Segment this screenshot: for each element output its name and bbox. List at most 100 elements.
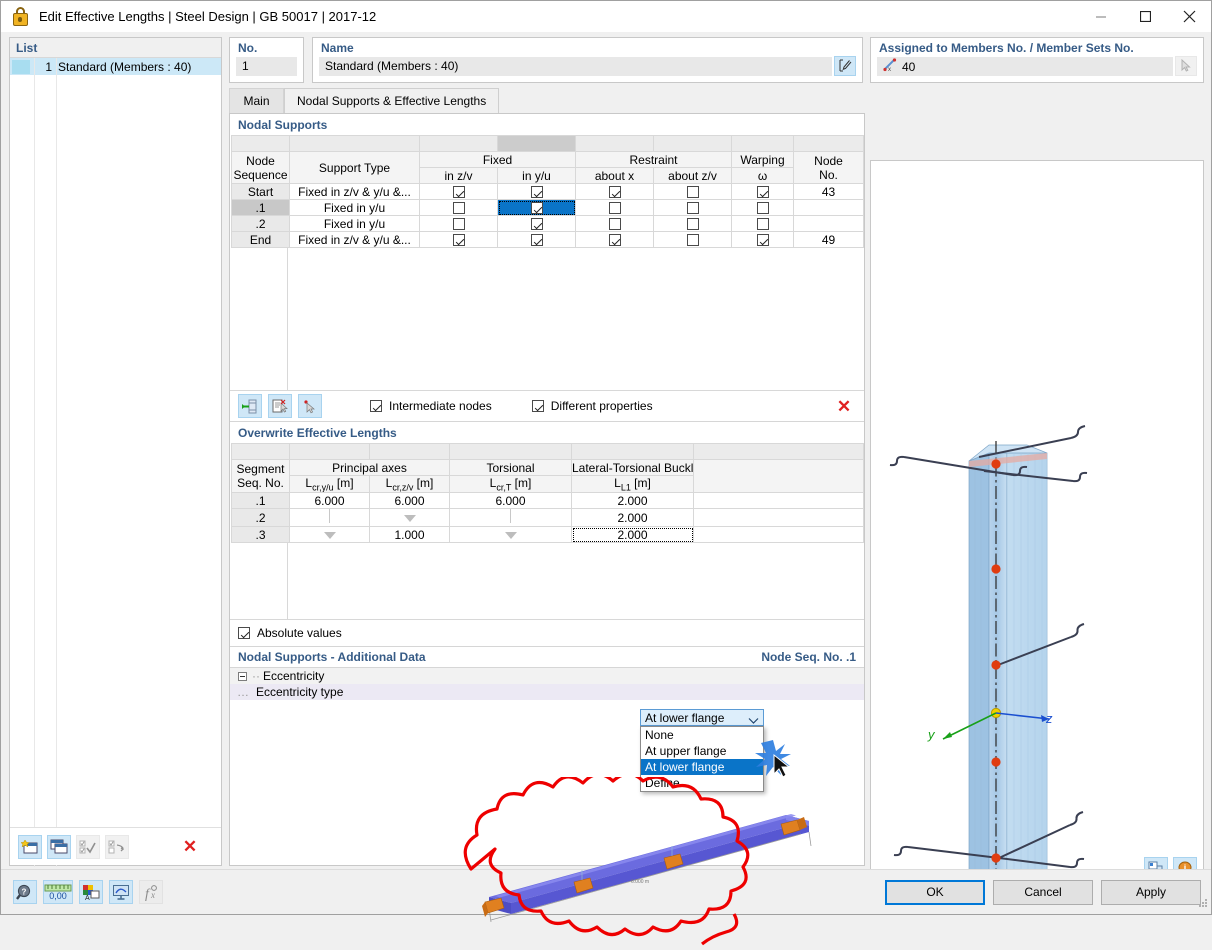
cell-restraint-x[interactable]: [575, 231, 654, 248]
checkbox-warping[interactable]: [756, 202, 769, 215]
row-node-no[interactable]: [793, 199, 864, 216]
table-row[interactable]: .1 6.000 6.000 6.000 2.000: [231, 492, 864, 510]
eccentricity-type-combobox[interactable]: At lower flange: [640, 709, 764, 726]
checkbox-fixed-z[interactable]: [452, 186, 465, 199]
table-row[interactable]: .2 Fixed in y/u: [231, 215, 864, 232]
intermediate-nodes-checkbox-row[interactable]: Intermediate nodes: [370, 399, 492, 413]
absolute-values-checkbox[interactable]: [238, 627, 250, 640]
cell-restraint-z[interactable]: [653, 199, 732, 216]
table-row[interactable]: End Fixed in z/v & y/u &... 49: [231, 231, 864, 248]
table-row[interactable]: .1 Fixed in y/u: [231, 199, 864, 216]
cell-restraint-x[interactable]: [575, 215, 654, 232]
cell-lcr-zv[interactable]: 6.000: [369, 492, 450, 510]
checkbox-restraint-x[interactable]: [608, 234, 621, 247]
edit-pencil-icon[interactable]: [834, 55, 856, 76]
pick-cursor-icon[interactable]: [1175, 55, 1197, 76]
minimize-button[interactable]: [1079, 1, 1123, 32]
row-node-no[interactable]: 43: [793, 183, 864, 200]
cell-restraint-x[interactable]: [575, 199, 654, 216]
edit-support-icon[interactable]: [268, 394, 292, 418]
cell-lcr-yu[interactable]: [289, 508, 370, 528]
eccentricity-type-dropdown-list[interactable]: None At upper flange At lower flange Def…: [640, 726, 764, 792]
list-item[interactable]: 1 Standard (Members : 40): [10, 58, 221, 75]
cell-fixed-y[interactable]: [497, 183, 576, 200]
row-node-no[interactable]: [793, 215, 864, 232]
cell-fixed-y[interactable]: [497, 199, 576, 216]
checkbox-restraint-z[interactable]: [686, 202, 699, 215]
assigned-input[interactable]: x 40: [877, 57, 1173, 76]
dropdown-option-at-lower-flange[interactable]: At lower flange: [641, 759, 763, 775]
visual-settings-icon[interactable]: [109, 880, 133, 904]
collapse-expander-icon[interactable]: [238, 671, 247, 681]
intermediate-nodes-checkbox[interactable]: [370, 400, 382, 412]
cell-fixed-z[interactable]: [419, 183, 498, 200]
formula-icon[interactable]: fx: [139, 880, 163, 904]
resize-grip[interactable]: [1197, 897, 1209, 912]
different-properties-checkbox-row[interactable]: Different properties: [531, 399, 653, 413]
row-support-type[interactable]: Fixed in z/v & y/u &...: [289, 231, 420, 248]
different-properties-checkbox[interactable]: [531, 400, 544, 412]
effective-lengths-table[interactable]: Segment Seq. No. Principal axes Torsiona…: [231, 443, 864, 544]
absolute-values-row[interactable]: Absolute values: [230, 620, 864, 646]
cell-l-l1[interactable]: 2.000: [571, 492, 694, 510]
tab-nodal-supports-effective-lengths[interactable]: Nodal Supports & Effective Lengths: [284, 88, 500, 113]
nodal-supports-table[interactable]: Node Sequence Support Type Fixed Restrai…: [231, 135, 864, 248]
help-magnifier-icon[interactable]: ?: [13, 880, 37, 904]
delete-row-button[interactable]: ✕: [832, 394, 856, 418]
number-input[interactable]: 1: [236, 57, 297, 76]
cell-lcr-yu[interactable]: [289, 526, 370, 544]
cell-fixed-y[interactable]: [497, 231, 576, 248]
cell-fixed-z[interactable]: [419, 199, 498, 216]
checkbox-fixed-z[interactable]: [452, 218, 465, 231]
row-support-type[interactable]: Fixed in y/u: [289, 215, 420, 232]
dropdown-option-define[interactable]: Define...: [641, 775, 763, 791]
cell-restraint-z[interactable]: [653, 231, 732, 248]
cell-restraint-z[interactable]: [653, 215, 732, 232]
units-icon[interactable]: 0,00: [43, 880, 73, 904]
cancel-button[interactable]: Cancel: [993, 879, 1093, 905]
cell-lcr-t[interactable]: 6.000: [449, 492, 572, 510]
cell-l-l1[interactable]: 2.000: [571, 526, 694, 544]
cell-warping[interactable]: [731, 215, 794, 232]
checkbox-warping[interactable]: [756, 234, 769, 247]
checkbox-restraint-z[interactable]: [686, 218, 699, 231]
name-input[interactable]: Standard (Members : 40): [319, 57, 832, 76]
insert-node-icon[interactable]: [238, 394, 262, 418]
pick-node-icon[interactable]: [298, 394, 322, 418]
cell-lcr-t[interactable]: [449, 526, 572, 544]
cell-fixed-y[interactable]: [497, 215, 576, 232]
table-row[interactable]: .3 1.000 2.000: [231, 526, 864, 544]
checkbox-fixed-z[interactable]: [452, 234, 465, 247]
cell-l-l1[interactable]: 2.000: [571, 508, 694, 528]
dropdown-option-none[interactable]: None: [641, 727, 763, 743]
cell-lcr-t[interactable]: [449, 508, 572, 528]
checkbox-restraint-x[interactable]: [608, 218, 621, 231]
checkbox-warping[interactable]: [756, 186, 769, 199]
checkbox-fixed-y[interactable]: [530, 186, 543, 199]
cell-lcr-zv[interactable]: 1.000: [369, 526, 450, 544]
checkbox-restraint-x[interactable]: [608, 186, 621, 199]
checkbox-warping[interactable]: [756, 218, 769, 231]
checkbox-fixed-y[interactable]: [530, 218, 543, 231]
checkbox-fixed-z[interactable]: [452, 202, 465, 215]
cell-warping[interactable]: [731, 199, 794, 216]
delete-item-button[interactable]: ✕: [178, 835, 202, 859]
additional-data-property-row[interactable]: … Eccentricity type: [230, 684, 864, 701]
close-button[interactable]: [1167, 1, 1211, 32]
select-all-button[interactable]: [76, 834, 100, 859]
row-support-type[interactable]: Fixed in y/u: [289, 199, 420, 216]
checkbox-restraint-z[interactable]: [686, 234, 699, 247]
ok-button[interactable]: OK: [885, 879, 985, 905]
cell-restraint-x[interactable]: [575, 183, 654, 200]
apply-button[interactable]: Apply: [1101, 879, 1201, 905]
cell-fixed-z[interactable]: [419, 231, 498, 248]
cell-warping[interactable]: [731, 231, 794, 248]
checkbox-fixed-y[interactable]: [530, 234, 543, 247]
invert-selection-button[interactable]: [105, 834, 129, 859]
display-props-icon[interactable]: A: [79, 880, 103, 904]
table-row[interactable]: Start Fixed in z/v & y/u &... 43: [231, 183, 864, 200]
maximize-button[interactable]: [1123, 1, 1167, 32]
new-item-button[interactable]: [18, 834, 42, 859]
cell-lcr-zv[interactable]: [369, 508, 450, 528]
checkbox-fixed-y[interactable]: [530, 202, 543, 215]
